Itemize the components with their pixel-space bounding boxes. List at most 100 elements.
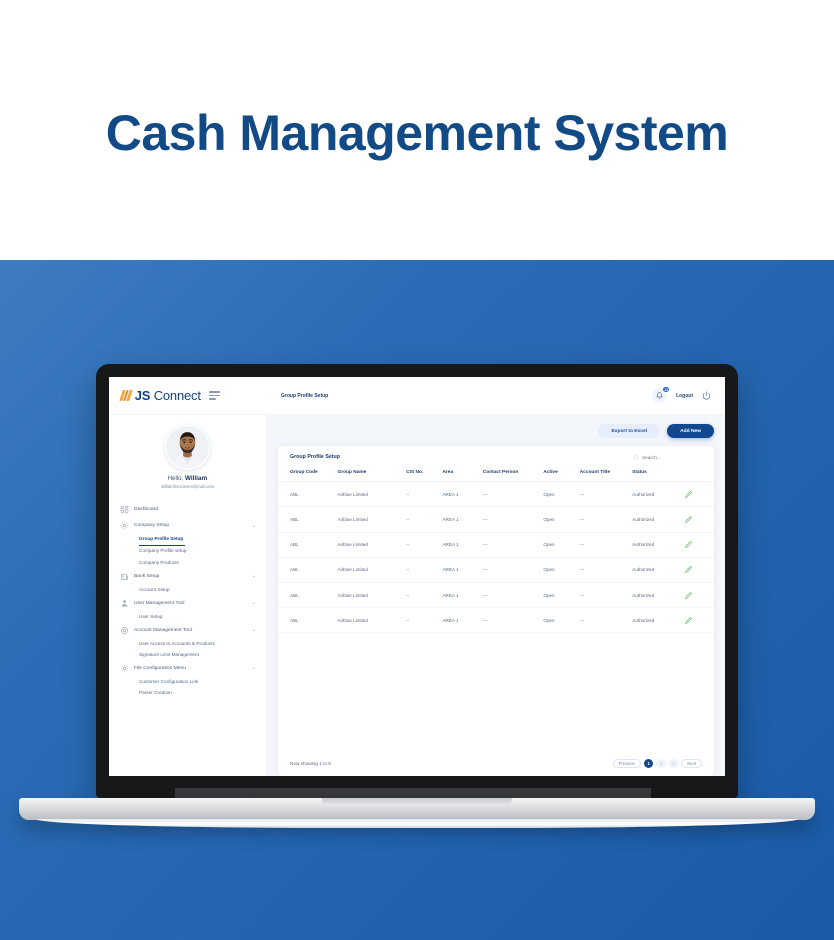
pagination-page-3[interactable]: 3 bbox=[668, 758, 679, 768]
sidebar-item-dashboard[interactable]: Dashboard bbox=[109, 502, 266, 518]
sidebar-subitem-user-access-to-accounts-products[interactable]: User Access to Accounts & Products bbox=[109, 638, 266, 649]
sidebar-item-company-setup[interactable]: Company Setup ⌄ bbox=[109, 518, 266, 534]
chevron-down-icon[interactable]: ⌄ bbox=[252, 600, 256, 606]
cell-status: Authorized bbox=[629, 532, 682, 558]
export-to-excel-button[interactable]: Export to Excel bbox=[598, 424, 661, 439]
sidebar-subitem-signature-limit-management[interactable]: Signature Limit Management bbox=[109, 649, 266, 660]
table-row[interactable]: ABL Airblue Limited -- AREA 1 --- Open -… bbox=[278, 557, 714, 583]
edit-icon[interactable] bbox=[684, 516, 692, 523]
table-row[interactable]: ABL Airblue Limited -- AREA 1 --- Open -… bbox=[278, 582, 714, 609]
sidebar-subitem-group-profile-setup[interactable]: Group Profile Setup bbox=[139, 534, 186, 546]
search-input[interactable] bbox=[642, 454, 702, 460]
edit-icon[interactable] bbox=[684, 491, 692, 498]
sidebar-item-label: User Management Tool bbox=[134, 600, 185, 606]
account-icon bbox=[120, 626, 129, 635]
cell-actions bbox=[681, 557, 714, 583]
table-header: Group Code Group Name CIS No. Area Conta… bbox=[278, 467, 714, 483]
power-icon[interactable] bbox=[702, 391, 711, 400]
cell-account-title: --- bbox=[576, 557, 630, 583]
cell-group-code: ABL bbox=[278, 506, 335, 533]
sidebar-subitem-user-setup[interactable]: User Setup bbox=[109, 611, 266, 622]
cell-area: AREA 1 bbox=[439, 607, 480, 634]
edit-icon[interactable] bbox=[684, 617, 692, 624]
avatar-photo bbox=[166, 426, 209, 468]
page-title: Cash Management System bbox=[105, 105, 729, 161]
js-connect-logo-icon bbox=[119, 390, 133, 401]
cell-cis-no: -- bbox=[403, 532, 440, 558]
cell-actions bbox=[681, 506, 714, 533]
showing-label: Now showing 1 to 6 bbox=[290, 760, 331, 766]
edit-icon[interactable] bbox=[684, 541, 692, 548]
col-cis-no: CIS No. bbox=[403, 467, 440, 483]
laptop-lid: JS Connect Group Profile Setup 13 Logout… bbox=[96, 364, 738, 798]
chevron-down-icon[interactable]: ⌄ bbox=[252, 573, 256, 579]
brand-bold: JS bbox=[134, 388, 151, 403]
cell-actions bbox=[681, 481, 714, 508]
search-box[interactable] bbox=[633, 454, 702, 460]
sidebar-subitem-customer-configuration-link[interactable]: Customer Configuration Link bbox=[109, 676, 266, 687]
cell-account-title: --- bbox=[576, 481, 630, 508]
cell-cis-no: -- bbox=[403, 607, 440, 634]
cell-status: Authorized bbox=[629, 481, 682, 508]
group-profile-table: Group Code Group Name CIS No. Area Conta… bbox=[278, 467, 714, 634]
sidebar-subitem-account-setup[interactable]: Account Setup bbox=[109, 584, 266, 595]
table-row[interactable]: ABL Airblue Limited -- AREA 1 --- Open -… bbox=[278, 607, 714, 634]
sidebar-item-account-management-tool[interactable]: Account Management Tool ⌄ bbox=[109, 622, 266, 638]
brand-text: JS Connect bbox=[135, 388, 201, 403]
logout-label[interactable]: Logout bbox=[676, 393, 693, 399]
notification-button[interactable]: 13 bbox=[652, 386, 671, 403]
user-name: William bbox=[184, 475, 208, 482]
edit-icon[interactable] bbox=[684, 566, 692, 574]
sidebar-subitem-company-profile-setup[interactable]: Company Profile setup bbox=[109, 546, 266, 557]
application-window: JS Connect Group Profile Setup 13 Logout… bbox=[109, 377, 725, 776]
cell-active: Open bbox=[540, 557, 577, 583]
sidebar-item-label: Bank Setup bbox=[134, 573, 160, 579]
cell-group-name: Airblue Limited bbox=[334, 481, 404, 508]
cell-cis-no: -- bbox=[403, 506, 440, 533]
sidebar-item-user-management-tool[interactable]: User Management Tool ⌄ bbox=[109, 595, 266, 611]
sidebar-item-label: Company Setup bbox=[134, 523, 170, 529]
table-row[interactable]: ABL Airblue Limited -- AREA 1 --- Open -… bbox=[278, 481, 714, 508]
laptop-mockup: JS Connect Group Profile Setup 13 Logout… bbox=[19, 364, 815, 828]
table-row[interactable]: ABL Airblue Limited -- AREA 1 --- Open -… bbox=[278, 532, 714, 558]
greeting: Hello, William bbox=[168, 475, 207, 482]
pagination-next[interactable]: Next bbox=[681, 758, 702, 768]
laptop-foot bbox=[36, 819, 798, 828]
cell-actions bbox=[681, 532, 714, 558]
cell-account-title: --- bbox=[576, 532, 630, 558]
action-bar: Export to Excel Add New bbox=[278, 424, 714, 446]
sidebar-item-bank-setup[interactable]: Bank Setup ⌄ bbox=[109, 568, 266, 584]
col-active: Active bbox=[540, 467, 577, 483]
sidebar-item-file-configuration-menu[interactable]: File Configuration Menu ⌄ bbox=[109, 660, 266, 676]
user-profile: Hello, William williamfroncieson@mail.co… bbox=[109, 425, 266, 498]
sidebar-subitem-company-products[interactable]: Company Products bbox=[109, 557, 266, 568]
add-new-button[interactable]: Add New bbox=[667, 424, 714, 439]
search-icon bbox=[633, 454, 639, 460]
brand-light: Connect bbox=[153, 388, 201, 403]
sidebar-subitem-parser-creation[interactable]: Parser Creation bbox=[109, 687, 266, 698]
cell-status: Authorized bbox=[629, 557, 682, 583]
topbar-actions: 13 Logout bbox=[652, 386, 725, 403]
chevron-down-icon[interactable]: ⌄ bbox=[252, 523, 256, 529]
pagination-previous[interactable]: Previous bbox=[612, 758, 641, 768]
pagination-page-1[interactable]: 1 bbox=[643, 758, 654, 768]
app-topbar: JS Connect Group Profile Setup 13 Logout bbox=[109, 377, 725, 415]
cell-active: Open bbox=[540, 506, 577, 533]
chevron-down-icon[interactable]: ⌄ bbox=[252, 665, 256, 671]
col-actions bbox=[681, 467, 714, 483]
col-group-code: Group Code bbox=[278, 467, 335, 483]
table-row[interactable]: ABL Airblue Limited -- AREA 1 --- Open -… bbox=[278, 506, 714, 533]
edit-icon[interactable] bbox=[684, 591, 692, 599]
chevron-down-icon[interactable]: ⌄ bbox=[252, 627, 256, 633]
hamburger-menu-icon[interactable] bbox=[208, 391, 220, 400]
table-header-row: Group Code Group Name CIS No. Area Conta… bbox=[278, 467, 714, 483]
cell-actions bbox=[681, 582, 714, 609]
cell-area: AREA 1 bbox=[439, 506, 480, 533]
col-status: Status bbox=[629, 467, 682, 483]
cell-group-code: ABL bbox=[278, 532, 335, 558]
cell-active: Open bbox=[540, 607, 577, 634]
gear-icon bbox=[120, 664, 129, 673]
sidebar: Hello, William williamfroncieson@mail.co… bbox=[109, 415, 267, 776]
pagination: Previous 1 2 3 Next bbox=[612, 758, 702, 768]
pagination-page-2[interactable]: 2 bbox=[656, 758, 666, 768]
